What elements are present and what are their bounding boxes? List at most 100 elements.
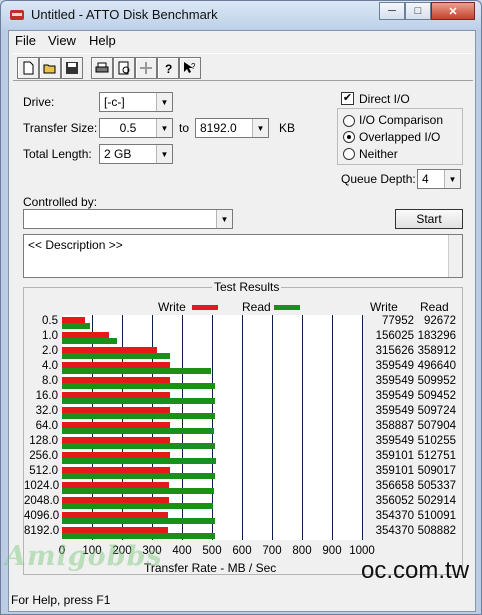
menu-help[interactable]: Help — [89, 33, 116, 48]
overlapped-io-radio[interactable] — [343, 131, 355, 143]
read-bar — [62, 382, 215, 389]
read-value: 510255 — [417, 435, 456, 447]
read-value: 507904 — [417, 420, 456, 432]
io-comparison-label: I/O Comparison — [359, 113, 444, 127]
read-bar — [62, 502, 213, 509]
controlled-by-select[interactable]: ▼ — [23, 209, 233, 229]
read-column-header: Read — [420, 300, 449, 314]
close-button[interactable]: ✕ — [431, 2, 475, 20]
print-button[interactable] — [91, 57, 113, 79]
read-bar — [62, 367, 211, 374]
row-size-label: 16.0 — [35, 390, 58, 402]
status-text: For Help, press F1 — [11, 593, 111, 607]
chevron-down-icon[interactable]: ▼ — [156, 93, 172, 111]
row-size-label: 256.0 — [29, 450, 58, 462]
window-title: Untitled - ATTO Disk Benchmark — [31, 7, 218, 22]
description-scrollbar[interactable] — [448, 235, 462, 277]
transfer-size-label: Transfer Size: — [23, 121, 98, 135]
read-bar — [62, 352, 170, 359]
transfer-size-from-select[interactable]: 0.5 ▼ — [99, 118, 173, 138]
read-value: 509952 — [417, 375, 456, 387]
read-value: 512751 — [417, 450, 456, 462]
watermark-amigobbs: Amigobbs — [5, 541, 163, 572]
io-comparison-radio[interactable] — [343, 115, 355, 127]
row-size-label: 1.0 — [42, 330, 58, 342]
maximize-icon: □ — [414, 5, 422, 17]
menu-view[interactable]: View — [48, 33, 76, 48]
chevron-down-icon[interactable]: ▼ — [156, 119, 172, 137]
total-length-select[interactable]: 2 GB ▼ — [99, 144, 173, 164]
save-icon — [66, 62, 78, 74]
close-icon: ✕ — [448, 5, 458, 18]
toolbar: ? ? — [13, 53, 473, 81]
svg-text:?: ? — [165, 62, 172, 75]
print-preview-button[interactable] — [113, 57, 135, 79]
read-value: 509452 — [417, 390, 456, 402]
row-size-label: 128.0 — [29, 435, 58, 447]
move-button[interactable] — [135, 57, 157, 79]
to-label: to — [179, 121, 190, 135]
transfer-size-to-select[interactable]: 8192.0 ▼ — [195, 118, 269, 138]
drive-select[interactable]: [-c-] ▼ — [99, 92, 173, 112]
watermark-octw: oc.com.tw — [361, 557, 470, 584]
transfer-to-value: 8192.0 — [200, 121, 237, 135]
open-button[interactable] — [39, 57, 61, 79]
row-size-label: 512.0 — [29, 465, 58, 477]
minimize-button[interactable]: ─ — [379, 2, 405, 20]
write-value: 359549 — [375, 360, 414, 372]
read-value: 505337 — [417, 480, 456, 492]
gridline — [302, 315, 303, 540]
write-value: 359549 — [375, 435, 414, 447]
minimize-icon: ─ — [388, 5, 396, 17]
x-axis-label: Transfer Rate - MB / Sec — [144, 561, 277, 575]
write-value: 77952 — [382, 315, 414, 327]
row-size-label: 8192.0 — [24, 525, 60, 537]
app-icon — [10, 10, 24, 20]
description-field[interactable]: << Description >> — [23, 234, 463, 278]
row-size-label: 32.0 — [35, 405, 58, 417]
chart-plot-area — [62, 315, 363, 540]
help-button[interactable]: ? — [157, 57, 179, 79]
write-value: 359549 — [375, 405, 414, 417]
read-bar — [62, 412, 215, 419]
neither-radio[interactable] — [343, 148, 355, 160]
title-bar[interactable]: Untitled - ATTO Disk Benchmark ─ □ ✕ — [1, 1, 481, 29]
drive-value: [-c-] — [104, 95, 125, 109]
svg-text:?: ? — [191, 62, 196, 71]
new-button[interactable] — [17, 57, 39, 79]
menu-file[interactable]: File — [15, 33, 36, 48]
chevron-down-icon[interactable]: ▼ — [252, 119, 268, 137]
chevron-down-icon[interactable]: ▼ — [156, 145, 172, 163]
gridline — [272, 315, 273, 540]
total-length-label: Total Length: — [23, 147, 92, 161]
write-column-header: Write — [370, 300, 398, 314]
kb-label: KB — [279, 121, 296, 135]
write-value: 359101 — [375, 465, 414, 477]
row-size-label: 4096.0 — [24, 510, 60, 522]
read-value: 509724 — [417, 405, 456, 417]
chevron-down-icon[interactable]: ▼ — [444, 170, 460, 188]
start-button[interactable]: Start — [395, 209, 463, 229]
maximize-button[interactable]: □ — [405, 2, 431, 20]
read-value: 508882 — [417, 525, 456, 537]
read-value: 509017 — [417, 465, 456, 477]
help-icon: ? — [165, 62, 172, 75]
row-size-label: 1024.0 — [24, 480, 60, 492]
overlapped-io-label: Overlapped I/O — [359, 130, 441, 144]
read-bar — [62, 457, 216, 464]
write-value: 356052 — [375, 495, 414, 507]
row-size-label: 4.0 — [42, 360, 58, 372]
new-icon — [23, 61, 34, 75]
write-value: 354370 — [375, 525, 414, 537]
direct-io-checkbox[interactable]: ✔ — [341, 92, 354, 105]
context-help-button[interactable]: ? — [179, 57, 201, 79]
read-bar — [62, 427, 215, 434]
chevron-down-icon[interactable]: ▼ — [216, 210, 232, 228]
gridline — [362, 315, 363, 540]
save-button[interactable] — [61, 57, 83, 79]
read-value: 183296 — [417, 330, 456, 342]
write-value: 358887 — [375, 420, 414, 432]
queue-depth-select[interactable]: 4 ▼ — [417, 169, 461, 189]
read-value: 496640 — [417, 360, 456, 372]
status-bar: For Help, press F1 — [9, 591, 475, 611]
